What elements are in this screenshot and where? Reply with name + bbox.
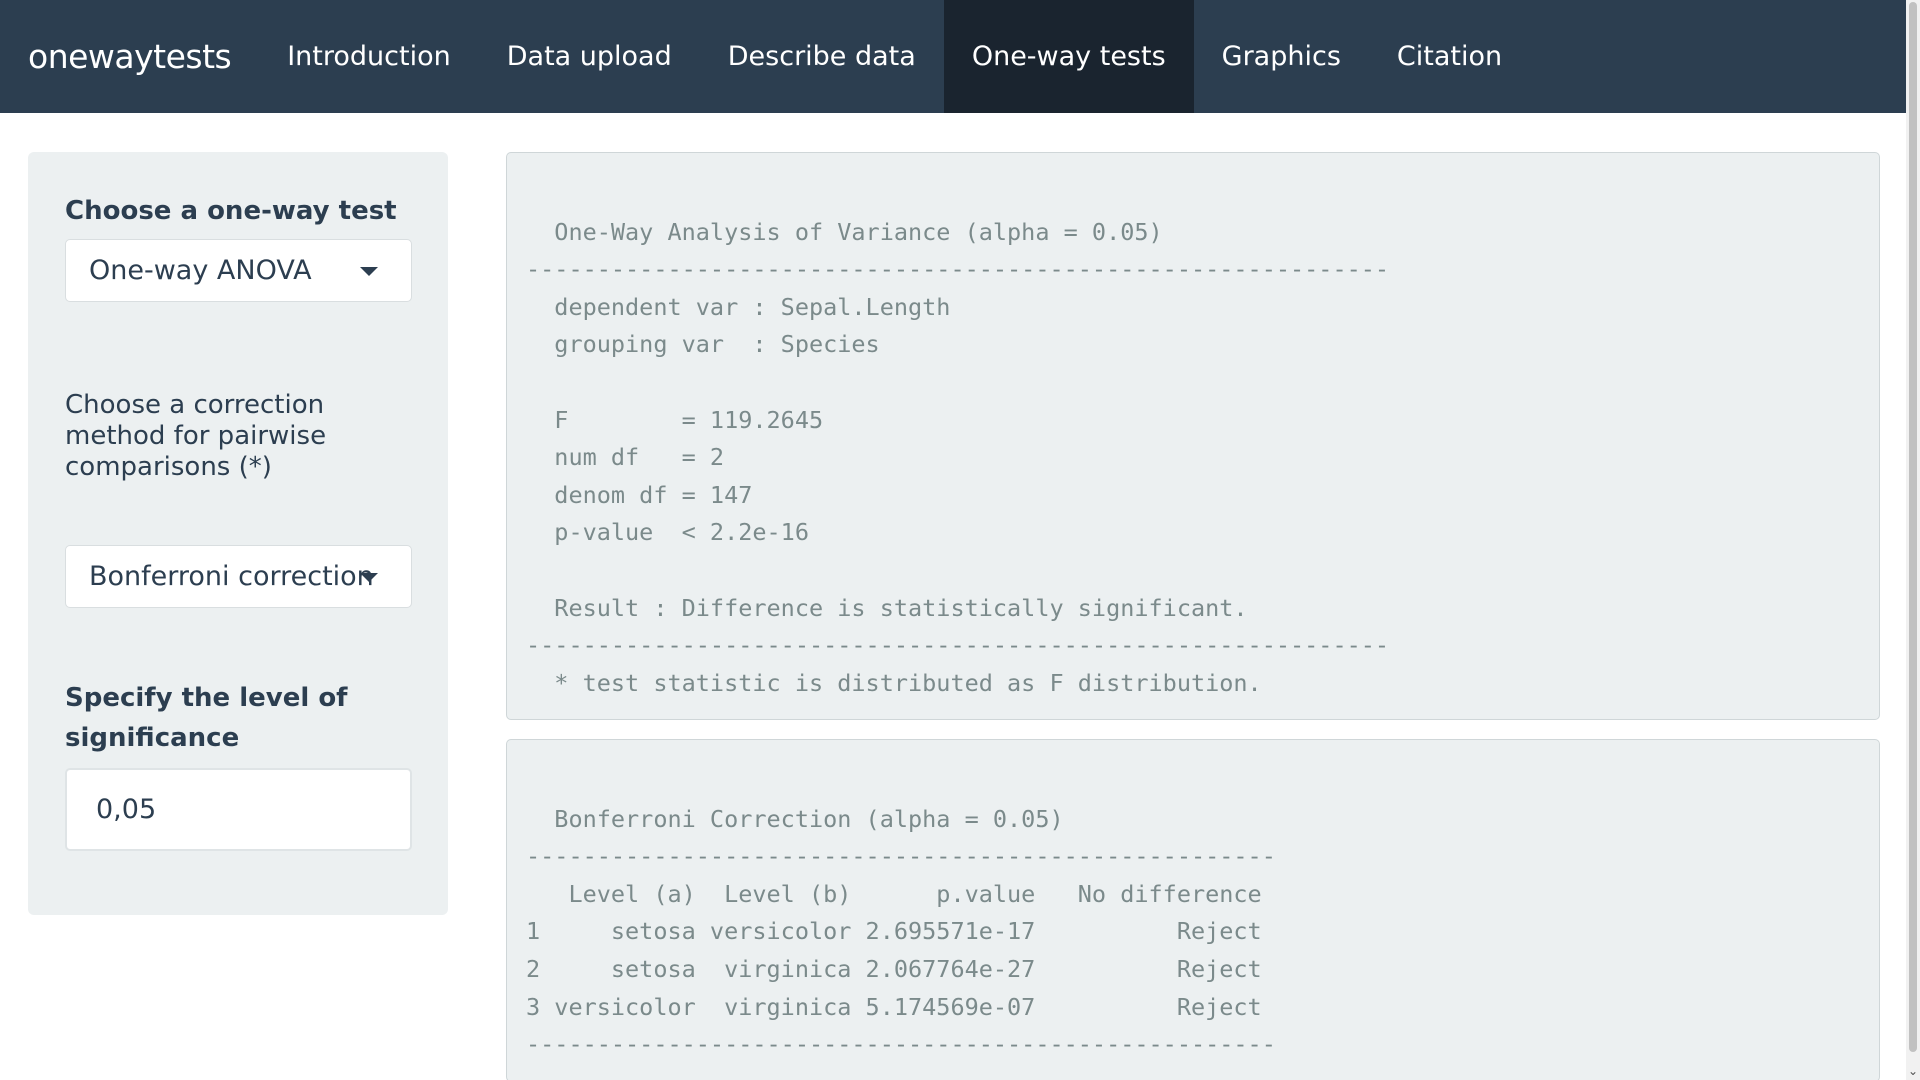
output-line: One-Way Analysis of Variance (alpha = 0.… [554, 217, 1163, 246]
correction-select-label: Choose a correction method for pairwise … [65, 390, 405, 483]
output-line: dependent var : Sepal.Length [554, 292, 951, 321]
app-brand[interactable]: onewaytests [0, 0, 259, 113]
correction-label-line: Choose a correction [65, 390, 325, 420]
output-line: ----------------------------------------… [526, 255, 1390, 284]
test-select[interactable]: One-way ANOVA [65, 239, 412, 302]
scroll-down-arrow-icon[interactable]: ⌄ [1908, 1064, 1918, 1078]
top-navbar: onewaytests Introduction Data upload Des… [0, 0, 1906, 113]
test-select-label: Choose a one-way test [65, 196, 397, 226]
tab-citation[interactable]: Citation [1369, 0, 1530, 113]
output-line: 3 versicolor virginica 5.174569e-07 Reje… [526, 992, 1262, 1021]
output-line: 2 setosa virginica 2.067764e-27 Reject [526, 954, 1262, 983]
alpha-input[interactable]: 0,05 [65, 768, 412, 851]
pairwise-output-panel: Bonferroni Correction (alpha = 0.05) ---… [506, 739, 1880, 1080]
sidebar-panel: Choose a one-way test One-way ANOVA Choo… [28, 152, 448, 915]
chevron-down-icon [360, 573, 378, 582]
tab-one-way-tests[interactable]: One-way tests [943, 0, 1194, 113]
tab-graphics[interactable]: Graphics [1194, 0, 1369, 113]
output-line: Result : Difference is statistically sig… [554, 593, 1248, 622]
anova-output-panel: One-Way Analysis of Variance (alpha = 0.… [506, 152, 1880, 720]
output-line: F = 119.2645 [554, 405, 824, 434]
pairwise-output-text: Bonferroni Correction (alpha = 0.05) ---… [526, 763, 1290, 1064]
output-line: p-value < 2.2e-16 [554, 518, 809, 547]
output-line: grouping var : Species [554, 330, 880, 359]
output-line: 1 setosa versicolor 2.695571e-17 Reject [526, 917, 1262, 946]
correction-select-value: Bonferroni correction [89, 561, 374, 592]
tab-describe-data[interactable]: Describe data [700, 0, 944, 113]
correction-select[interactable]: Bonferroni correction [65, 545, 412, 608]
chevron-down-icon [360, 267, 378, 276]
correction-label-line: comparisons (*) [65, 452, 272, 482]
tab-data-upload[interactable]: Data upload [479, 0, 700, 113]
output-line: ----------------------------------------… [526, 1030, 1291, 1059]
output-line: num df = 2 [554, 443, 725, 472]
output-line: Level (a) Level (b) p.value No differenc… [568, 879, 1262, 908]
test-select-value: One-way ANOVA [89, 255, 312, 286]
alpha-label-line: Specify the level of [65, 683, 348, 713]
output-line: * test statistic is distributed as F dis… [526, 668, 1262, 697]
correction-label-line: method for pairwise [65, 421, 327, 451]
tab-introduction[interactable]: Introduction [259, 0, 479, 113]
alpha-label: Specify the level of significance [65, 678, 348, 758]
anova-output-text: One-Way Analysis of Variance (alpha = 0.… [526, 176, 1403, 702]
scrollbar-thumb[interactable] [1909, 2, 1917, 1052]
output-line: Bonferroni Correction (alpha = 0.05) [554, 804, 1064, 833]
alpha-label-line: significance [65, 723, 240, 753]
vertical-scrollbar[interactable]: ⌄ [1906, 0, 1920, 1080]
output-line: denom df = 147 [554, 480, 753, 509]
output-line: ----------------------------------------… [526, 842, 1276, 871]
output-line: ----------------------------------------… [526, 631, 1390, 660]
